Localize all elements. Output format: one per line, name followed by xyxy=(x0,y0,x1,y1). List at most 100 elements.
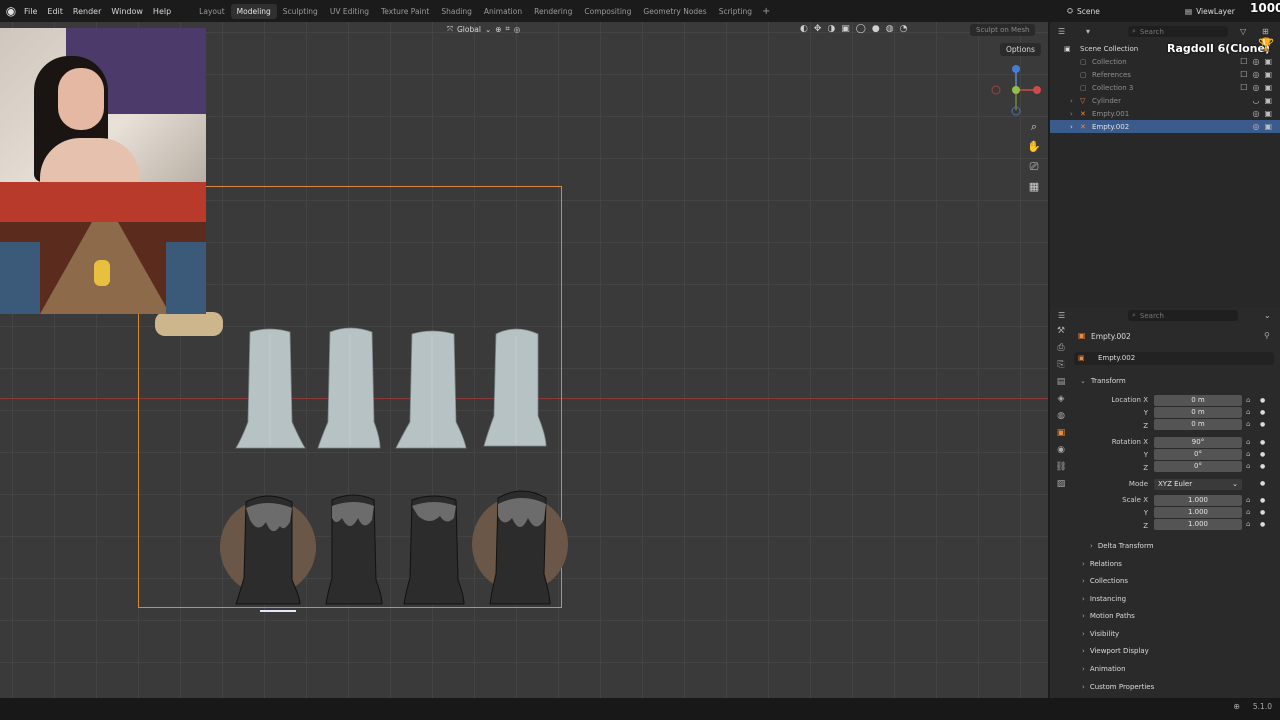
scale-x-field[interactable]: 1.000 xyxy=(1154,495,1242,506)
blender-logo-icon[interactable]: ◉ xyxy=(2,0,20,22)
new-collection-icon[interactable]: ⊞ xyxy=(1262,27,1269,36)
eye-icon[interactable]: ◡ xyxy=(1252,96,1259,105)
keyframe-dot-icon[interactable]: ● xyxy=(1260,451,1265,458)
shading-rendered-icon[interactable]: ◔ xyxy=(900,24,908,34)
motion-paths-section-header[interactable]: › Motion Paths xyxy=(1082,612,1135,620)
keyframe-dot-icon[interactable]: ● xyxy=(1260,421,1265,428)
tab-animation[interactable]: Animation xyxy=(478,4,528,19)
location-x-field[interactable]: 0 m xyxy=(1154,395,1242,406)
view-layer-tab-icon[interactable]: ▤ xyxy=(1057,377,1066,387)
keyframe-dot-icon[interactable]: ● xyxy=(1260,497,1265,504)
output-tab-icon[interactable]: ⎘ xyxy=(1057,360,1064,370)
zoom-icon[interactable]: ⌕ xyxy=(1026,120,1042,134)
lock-icon[interactable]: ⌂ xyxy=(1246,462,1250,470)
eye-icon[interactable]: ◎ xyxy=(1252,122,1259,131)
world-tab-icon[interactable]: ◍ xyxy=(1057,411,1065,421)
eye-icon[interactable]: ◎ xyxy=(1252,70,1259,79)
properties-search[interactable]: ⌕ Search xyxy=(1128,310,1238,321)
transform-section-header[interactable]: ⌄ Transform xyxy=(1080,377,1126,385)
object-name-field[interactable]: ▣ Empty.002 xyxy=(1074,352,1274,365)
rotation-y-field[interactable]: 0° xyxy=(1154,449,1242,460)
tab-shading[interactable]: Shading xyxy=(435,4,477,19)
location-z-field[interactable]: 0 m xyxy=(1154,419,1242,430)
menu-file[interactable]: File xyxy=(24,7,37,16)
tab-uv-editing[interactable]: UV Editing xyxy=(324,4,375,19)
eye-icon[interactable]: ◎ xyxy=(1252,109,1259,118)
keyframe-dot-icon[interactable]: ● xyxy=(1260,409,1265,416)
xray-icon[interactable]: ▣ xyxy=(841,24,850,34)
checkbox-icon[interactable]: ☐ xyxy=(1240,83,1247,92)
gizmo-toggle-icon[interactable]: ✥ xyxy=(814,24,822,34)
outliner-item-cylinder[interactable]: › ▽ Cylinder ◡ ▣ xyxy=(1050,94,1280,107)
relations-section-header[interactable]: › Relations xyxy=(1082,560,1122,568)
custom-properties-section-header[interactable]: › Custom Properties xyxy=(1082,683,1154,691)
grid-view-icon[interactable]: ▦ xyxy=(1026,180,1042,193)
tab-modeling[interactable]: Modeling xyxy=(230,3,277,19)
shading-solid-icon[interactable]: ● xyxy=(872,24,880,34)
delta-transform-header[interactable]: › Delta Transform xyxy=(1090,542,1154,550)
render-tab-icon[interactable]: ⎙ xyxy=(1057,343,1064,353)
pivot-icon[interactable]: ⊕ xyxy=(495,25,501,34)
tab-layout[interactable]: Layout xyxy=(193,4,231,19)
proportional-edit-icon[interactable]: ◎ xyxy=(514,25,521,34)
data-tab-icon[interactable]: ▨ xyxy=(1057,479,1066,489)
pan-hand-icon[interactable]: ✋ xyxy=(1026,140,1042,153)
menu-edit[interactable]: Edit xyxy=(47,7,63,16)
lock-icon[interactable]: ⌂ xyxy=(1246,450,1250,458)
keyframe-dot-icon[interactable]: ● xyxy=(1260,480,1265,487)
sculpt-on-mesh-button[interactable]: Sculpt on Mesh xyxy=(970,24,1036,36)
rotation-mode-select[interactable]: XYZ Euler ⌄ xyxy=(1154,479,1242,490)
tab-texture-paint[interactable]: Texture Paint xyxy=(375,4,435,19)
scale-y-field[interactable]: 1.000 xyxy=(1154,507,1242,518)
lock-icon[interactable]: ⌂ xyxy=(1246,508,1250,516)
tab-rendering[interactable]: Rendering xyxy=(528,4,578,19)
scene-selector[interactable]: ⛭ Scene xyxy=(1067,4,1159,18)
outliner-item-collection[interactable]: ▢ Collection ☐ ◎ ▣ xyxy=(1050,55,1280,68)
eye-icon[interactable]: ◎ xyxy=(1252,83,1259,92)
add-workspace-icon[interactable]: + xyxy=(762,6,770,17)
location-y-field[interactable]: 0 m xyxy=(1154,407,1242,418)
scene-tab-icon[interactable]: ◈ xyxy=(1058,394,1065,404)
menu-render[interactable]: Render xyxy=(73,7,101,16)
lock-icon[interactable]: ⌂ xyxy=(1246,420,1250,428)
menu-window[interactable]: Window xyxy=(111,7,143,16)
camera-icon[interactable]: ▣ xyxy=(1264,83,1272,92)
keyframe-dot-icon[interactable]: ● xyxy=(1260,439,1265,446)
camera-icon[interactable]: ▣ xyxy=(1264,122,1272,131)
expand-arrow-icon[interactable]: › xyxy=(1070,123,1073,131)
visibility-section-header[interactable]: › Visibility xyxy=(1082,630,1119,638)
expand-arrow-icon[interactable]: › xyxy=(1070,110,1073,118)
camera-icon[interactable]: ▣ xyxy=(1264,57,1272,66)
camera-icon[interactable]: ⎚ xyxy=(1026,160,1042,174)
animation-section-header[interactable]: › Animation xyxy=(1082,665,1126,673)
constraints-tab-icon[interactable]: ⛓ xyxy=(1055,462,1066,472)
display-mode-icon[interactable]: ▾ xyxy=(1086,27,1090,36)
tool-tab-icon[interactable]: ⚒ xyxy=(1057,326,1065,336)
snap-icon[interactable]: ⌗ xyxy=(506,24,510,34)
shading-wireframe-icon[interactable]: ◯ xyxy=(856,24,866,34)
object-tab-icon[interactable]: ▣ xyxy=(1057,428,1066,438)
scene-name[interactable]: Scene xyxy=(1077,7,1100,16)
view-layer-name[interactable]: ViewLayer xyxy=(1196,7,1235,16)
camera-icon[interactable]: ▣ xyxy=(1264,96,1272,105)
navigation-gizmo[interactable] xyxy=(990,64,1042,116)
shading-material-icon[interactable]: ◍ xyxy=(886,24,894,34)
chevron-down-icon[interactable]: ⌄ xyxy=(1264,311,1271,320)
visibility-icon[interactable]: ◐ xyxy=(800,24,808,34)
tab-geometry-nodes[interactable]: Geometry Nodes xyxy=(637,4,712,19)
rotation-x-field[interactable]: 90° xyxy=(1154,437,1242,448)
camera-icon[interactable]: ▣ xyxy=(1264,70,1272,79)
options-dropdown[interactable]: Options xyxy=(1000,43,1041,56)
tab-scripting[interactable]: Scripting xyxy=(713,4,758,19)
rotation-z-field[interactable]: 0° xyxy=(1154,461,1242,472)
scale-z-field[interactable]: 1.000 xyxy=(1154,519,1242,530)
keyframe-dot-icon[interactable]: ● xyxy=(1260,521,1265,528)
checkbox-icon[interactable]: ☐ xyxy=(1240,70,1247,79)
keyframe-dot-icon[interactable]: ● xyxy=(1260,463,1265,470)
keyframe-dot-icon[interactable]: ● xyxy=(1260,509,1265,516)
editor-type-icon[interactable]: ☰ xyxy=(1058,311,1065,320)
outliner-item-empty-002[interactable]: › ✕ Empty.002 ◎ ▣ xyxy=(1050,120,1280,133)
collections-section-header[interactable]: › Collections xyxy=(1082,577,1128,585)
eye-icon[interactable]: ◎ xyxy=(1252,57,1259,66)
outliner-item-collection-3[interactable]: ▢ Collection 3 ☐ ◎ ▣ xyxy=(1050,81,1280,94)
